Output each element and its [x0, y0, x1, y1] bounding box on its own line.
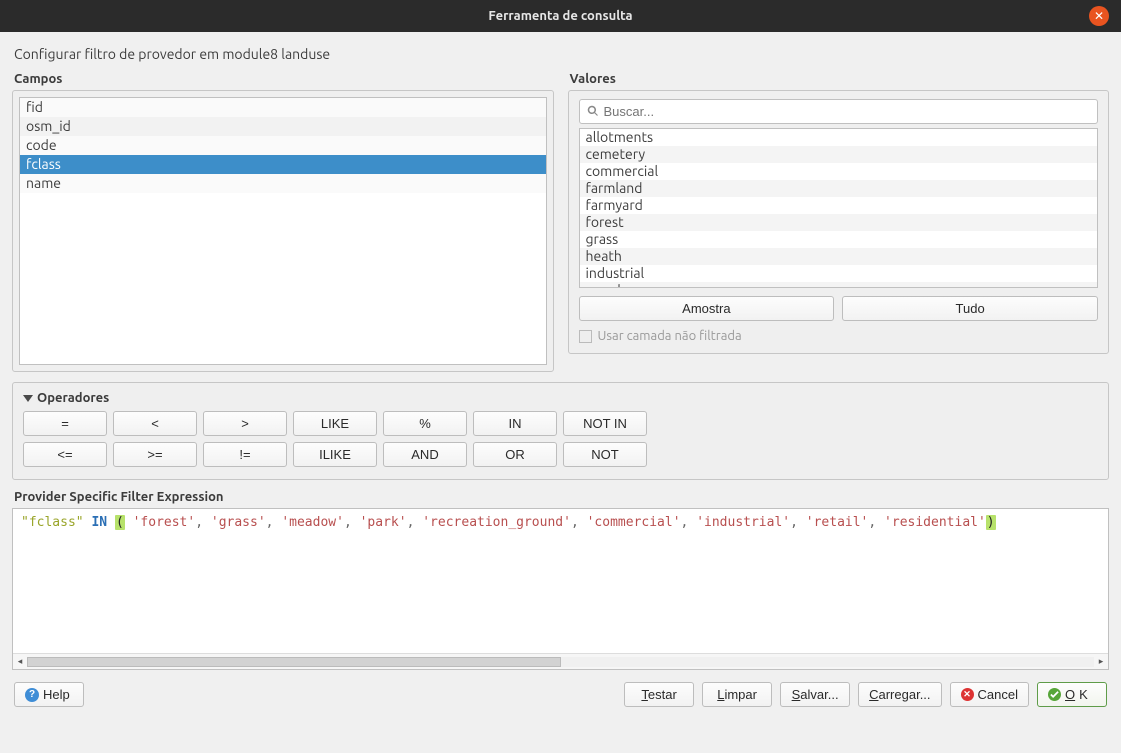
bottom-bar: ? Help Testar Limpar Salvar... Carregar.… — [12, 682, 1109, 707]
chevron-down-icon — [23, 395, 33, 402]
field-item[interactable]: code — [20, 136, 546, 155]
values-label: Valores — [570, 72, 1110, 86]
value-item[interactable]: heath — [580, 248, 1098, 265]
clear-button[interactable]: Limpar — [702, 682, 772, 707]
operator-button[interactable]: > — [203, 411, 287, 436]
field-item[interactable]: name — [20, 174, 546, 193]
help-button[interactable]: ? Help — [14, 682, 84, 707]
expression-label: Provider Specific Filter Expression — [14, 490, 1109, 504]
operator-button[interactable]: NOT IN — [563, 411, 647, 436]
cancel-label: Cancel — [978, 687, 1018, 702]
sample-button[interactable]: Amostra — [579, 296, 835, 321]
horizontal-scrollbar[interactable]: ◂ ▸ — [13, 653, 1108, 669]
checkbox-icon — [579, 330, 592, 343]
operator-button[interactable]: OR — [473, 442, 557, 467]
help-label: Help — [43, 687, 70, 702]
expression-editor[interactable]: "fclass" IN ( 'forest', 'grass', 'meadow… — [13, 509, 1108, 653]
use-unfiltered-checkbox: Usar camada não filtrada — [579, 329, 1099, 343]
value-item[interactable]: cemetery — [580, 146, 1098, 163]
operators-panel: Operadores =<>LIKE%INNOT IN <=>=!=ILIKEA… — [12, 382, 1109, 480]
save-button[interactable]: Salvar... — [780, 682, 850, 707]
field-item[interactable]: osm_id — [20, 117, 546, 136]
dialog-body: Configurar filtro de provedor em module8… — [0, 32, 1121, 717]
operator-button[interactable]: = — [23, 411, 107, 436]
values-section: Valores allotmentscemeterycommercialfarm… — [568, 70, 1110, 372]
operator-button[interactable]: IN — [473, 411, 557, 436]
values-listbox[interactable]: allotmentscemeterycommercialfarmlandfarm… — [579, 128, 1099, 288]
operator-button[interactable]: ILIKE — [293, 442, 377, 467]
field-item[interactable]: fclass — [20, 155, 546, 174]
all-button[interactable]: Tudo — [842, 296, 1098, 321]
operator-button[interactable]: <= — [23, 442, 107, 467]
values-search-input[interactable] — [579, 99, 1099, 124]
value-item[interactable]: grass — [580, 231, 1098, 248]
value-item[interactable]: farmland — [580, 180, 1098, 197]
cancel-icon: ✕ — [961, 688, 974, 701]
value-item[interactable]: allotments — [580, 129, 1098, 146]
field-item[interactable]: fid — [20, 98, 546, 117]
operator-button[interactable]: AND — [383, 442, 467, 467]
titlebar: Ferramenta de consulta ✕ — [0, 0, 1121, 32]
ok-button[interactable]: OK — [1037, 682, 1107, 707]
operator-button[interactable]: % — [383, 411, 467, 436]
load-button[interactable]: Carregar... — [858, 682, 941, 707]
help-icon: ? — [25, 688, 39, 702]
scroll-right-icon[interactable]: ▸ — [1094, 655, 1108, 669]
subtitle: Configurar filtro de provedor em module8… — [14, 46, 1109, 62]
value-item[interactable]: meadow — [580, 282, 1098, 288]
ok-icon — [1048, 688, 1061, 701]
operator-button[interactable]: < — [113, 411, 197, 436]
close-icon: ✕ — [1094, 9, 1104, 23]
operators-header[interactable]: Operadores — [23, 391, 1098, 405]
expression-section: Provider Specific Filter Expression "fcl… — [12, 490, 1109, 670]
scroll-left-icon[interactable]: ◂ — [13, 655, 27, 669]
window-title: Ferramenta de consulta — [488, 9, 632, 23]
value-item[interactable]: commercial — [580, 163, 1098, 180]
fields-label: Campos — [14, 72, 554, 86]
cancel-button[interactable]: ✕ Cancel — [950, 682, 1029, 707]
operator-button[interactable]: NOT — [563, 442, 647, 467]
value-item[interactable]: industrial — [580, 265, 1098, 282]
value-item[interactable]: forest — [580, 214, 1098, 231]
close-button[interactable]: ✕ — [1089, 6, 1109, 26]
value-item[interactable]: farmyard — [580, 197, 1098, 214]
operator-button[interactable]: >= — [113, 442, 197, 467]
operator-button[interactable]: LIKE — [293, 411, 377, 436]
use-unfiltered-label: Usar camada não filtrada — [598, 329, 742, 343]
fields-listbox[interactable]: fidosm_idcodefclassname — [19, 97, 547, 365]
operators-row-2: <=>=!=ILIKEANDORNOT — [23, 442, 1098, 467]
operators-label: Operadores — [37, 391, 109, 405]
test-button[interactable]: Testar — [624, 682, 694, 707]
operators-row-1: =<>LIKE%INNOT IN — [23, 411, 1098, 436]
fields-section: Campos fidosm_idcodefclassname — [12, 70, 554, 372]
operator-button[interactable]: != — [203, 442, 287, 467]
search-icon — [587, 105, 599, 117]
